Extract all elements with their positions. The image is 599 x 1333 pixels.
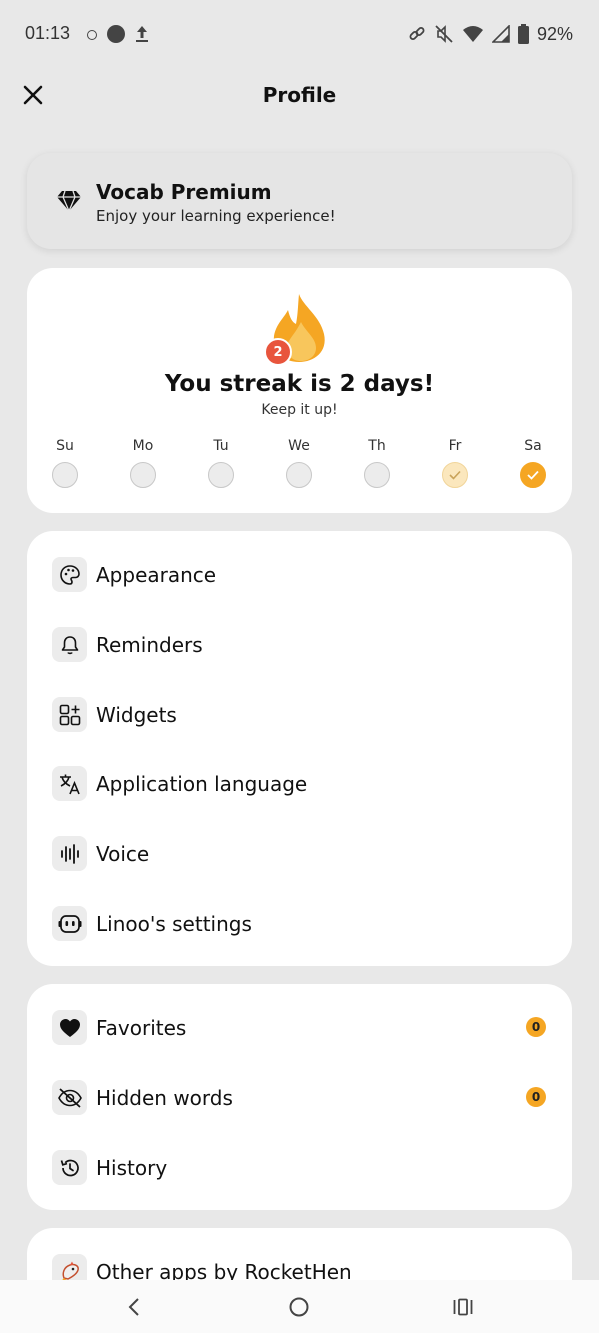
menu-label: Widgets	[96, 703, 177, 727]
history-icon	[52, 1150, 87, 1185]
chevron-left-icon	[128, 1298, 139, 1316]
eye-off-icon	[52, 1080, 87, 1115]
recents-icon	[453, 1298, 473, 1316]
day-status-circle	[130, 462, 156, 488]
menu-item-reminders[interactable]: Reminders	[27, 614, 572, 674]
link-icon	[409, 27, 425, 40]
day-status-circle	[520, 462, 546, 488]
menu-label: Reminders	[96, 633, 203, 657]
premium-card[interactable]: Vocab Premium Enjoy your learning experi…	[27, 153, 572, 249]
status-icons: 92%	[408, 22, 573, 46]
signal-icon	[491, 25, 510, 43]
day-wednesday: We	[279, 438, 319, 488]
day-status-circle	[208, 462, 234, 488]
battery-icon	[517, 24, 529, 44]
day-thursday: Th	[357, 438, 397, 488]
premium-title: Vocab Premium	[96, 180, 272, 204]
status-time: 01:13	[25, 23, 71, 43]
premium-subtitle: Enjoy your learning experience!	[96, 207, 336, 225]
recents-button[interactable]	[448, 1294, 478, 1320]
home-circle-icon	[289, 1297, 309, 1317]
check-icon	[449, 470, 461, 480]
streak-card: 2 You streak is 2 days! Keep it up! Su M…	[27, 268, 572, 513]
settings-card: Appearance Reminders Widgets Application…	[27, 531, 572, 966]
palette-icon	[52, 557, 87, 592]
page-title: Profile	[262, 83, 337, 107]
streak-subtitle: Keep it up!	[261, 402, 338, 418]
menu-label: History	[96, 1156, 168, 1180]
day-label: Th	[368, 438, 386, 454]
day-status-circle	[52, 462, 78, 488]
menu-label: Voice	[96, 842, 150, 866]
day-status-circle	[442, 462, 468, 488]
menu-label: Hidden words	[96, 1086, 233, 1110]
day-status-circle	[286, 462, 312, 488]
day-label: Sa	[524, 438, 542, 454]
mute-icon	[435, 25, 453, 43]
menu-item-linoo-settings[interactable]: Linoo's settings	[27, 893, 572, 953]
lists-card: Favorites 0 Hidden words 0 History	[27, 984, 572, 1210]
battery-level: 92%	[536, 23, 573, 44]
day-saturday: Sa	[513, 438, 553, 488]
menu-label: Application language	[96, 772, 308, 796]
widgets-icon	[52, 697, 87, 732]
menu-item-application-language[interactable]: Application language	[27, 753, 572, 813]
record-dot-icon	[107, 25, 125, 43]
favorites-count-badge: 0	[526, 1017, 546, 1037]
menu-item-history[interactable]: History	[27, 1137, 572, 1197]
day-friday: Fr	[435, 438, 475, 488]
translate-icon	[52, 766, 87, 801]
circle-outline-icon	[87, 30, 97, 40]
streak-count-badge: 2	[264, 338, 292, 366]
day-monday: Mo	[123, 438, 163, 488]
system-navigation-bar	[0, 1280, 599, 1333]
day-label: We	[288, 438, 310, 454]
back-button[interactable]	[119, 1294, 149, 1320]
robot-icon	[52, 906, 87, 941]
menu-item-widgets[interactable]: Widgets	[27, 684, 572, 744]
day-label: Mo	[132, 438, 154, 454]
hidden-words-count-badge: 0	[526, 1087, 546, 1107]
day-label: Su	[56, 438, 74, 454]
menu-label: Favorites	[96, 1016, 187, 1040]
menu-label: Appearance	[96, 563, 217, 587]
menu-item-appearance[interactable]: Appearance	[27, 544, 572, 604]
wifi-icon	[462, 26, 483, 42]
streak-title: You streak is 2 days!	[164, 371, 435, 397]
day-label: Fr	[448, 438, 462, 454]
day-label: Tu	[213, 438, 229, 454]
upload-icon	[136, 26, 148, 42]
heart-icon	[52, 1010, 87, 1045]
bell-icon	[52, 627, 87, 662]
day-sunday: Su	[45, 438, 85, 488]
menu-label: Linoo's settings	[96, 912, 252, 936]
check-icon	[527, 470, 539, 480]
diamond-icon	[57, 190, 81, 213]
menu-item-hidden-words[interactable]: Hidden words 0	[27, 1067, 572, 1127]
day-status-circle	[364, 462, 390, 488]
day-tuesday: Tu	[201, 438, 241, 488]
voice-icon	[52, 836, 87, 871]
profile-screen: 01:13 92% Profile Vocab Premium Enjoy yo…	[0, 0, 599, 1333]
menu-item-voice[interactable]: Voice	[27, 823, 572, 883]
home-button[interactable]	[284, 1294, 314, 1320]
status-bar: 01:13 92%	[0, 0, 599, 70]
menu-item-favorites[interactable]: Favorites 0	[27, 997, 572, 1057]
